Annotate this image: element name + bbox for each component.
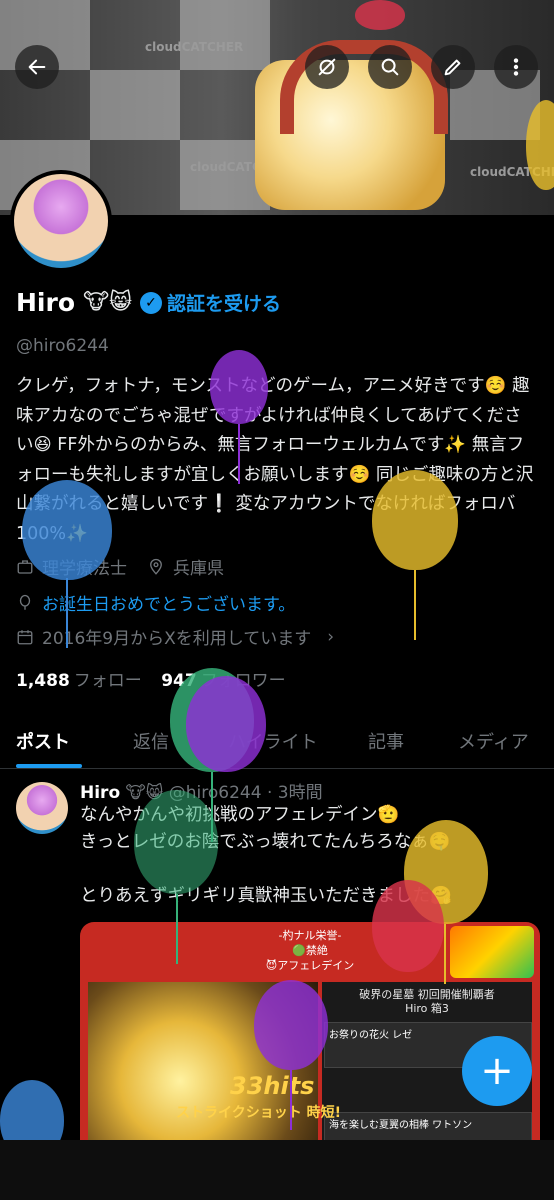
grok-icon (318, 58, 336, 76)
profile-joined-row[interactable]: 2016年9月からXを利用しています › (16, 624, 334, 649)
location-pin-icon (147, 558, 165, 576)
tab-posts[interactable]: ポスト (16, 728, 70, 754)
balloon-green (134, 790, 218, 894)
card-title-line: 🟢禁絶 (292, 944, 328, 957)
profile-avatar[interactable] (10, 170, 112, 272)
banner-tile (180, 0, 270, 70)
banner-tile (90, 70, 180, 140)
search-button[interactable] (368, 45, 412, 89)
result-header: 破界の星墓 初回開催制覇者 Hiro 箱3 (324, 988, 530, 1016)
following-count: 1,488 (16, 671, 70, 691)
post-author-name[interactable]: Hiro (80, 783, 120, 803)
balloon-purple (210, 350, 268, 424)
post-header: Hiro 🐮😸 @hiro6244 · 3時間 (80, 778, 323, 803)
strike-shot-label: ストライクショット 時短! (176, 1105, 341, 1121)
chevron-right-icon: › (327, 626, 335, 647)
result-row-name: 海を楽しむ夏翼の相棒 ワトソン (329, 1120, 473, 1131)
search-icon (381, 58, 399, 76)
verified-badge-icon: ✓ (139, 291, 162, 314)
balloon-string (414, 570, 416, 640)
more-vertical-icon (513, 58, 519, 76)
balloon-purple (186, 676, 266, 772)
balloon-blue (22, 480, 112, 580)
balloon-string (238, 424, 240, 484)
balloon-string (176, 894, 178, 964)
profile-joined: 2016年9月からXを利用しています (42, 629, 312, 649)
card-title-line: 😈アフェレデイン (265, 959, 355, 972)
profile-birthday[interactable]: お誕生日おめでとうございます。 (42, 590, 295, 615)
profile-name: Hiro (16, 288, 75, 317)
tab-media[interactable]: メディア (458, 728, 529, 754)
game-logo (450, 926, 534, 978)
banner-brand: cloudCATCHER (145, 40, 244, 54)
balloon-red (372, 880, 444, 972)
following-link[interactable]: 1,488 フォロー (16, 671, 142, 691)
balloon-string (290, 1070, 292, 1130)
profile-tabs: ポスト 返信 ハイライト 記事 メディア (0, 712, 554, 769)
balloon-red (355, 0, 405, 30)
hits-counter: 33hits (230, 1072, 315, 1100)
post-author-avatar[interactable] (16, 782, 68, 834)
calendar-icon (16, 628, 34, 646)
profile-birthday-row: お誕生日おめでとうございます。 (16, 590, 295, 615)
more-button[interactable] (494, 45, 538, 89)
profile-location: 兵庫県 (173, 559, 224, 579)
balloon-icon (16, 594, 34, 612)
grok-button[interactable] (305, 45, 349, 89)
active-tab-indicator (16, 764, 82, 768)
back-button[interactable] (15, 45, 59, 89)
tab-replies[interactable]: 返信 (133, 728, 169, 754)
get-verified-label: 認証を受ける (166, 293, 281, 315)
compose-post-button[interactable]: + (462, 1036, 532, 1106)
result-header-line: 破界の星墓 初回開催制覇者 (359, 988, 495, 1001)
pencil-icon (444, 59, 461, 76)
arrow-left-icon (28, 59, 46, 75)
tab-articles[interactable]: 記事 (368, 728, 404, 754)
edit-profile-button[interactable] (431, 45, 475, 89)
plus-icon: + (480, 1048, 514, 1094)
balloon-purple (254, 980, 328, 1070)
profile-handle: @hiro6244 (16, 336, 109, 356)
profile-name-row: Hiro 🐮😸 ✓ 認証を受ける (16, 288, 281, 317)
card-title: -杓ナル栄誉- 🟢禁絶 😈アフェレデイン (250, 928, 370, 973)
balloon-string (66, 578, 68, 648)
following-label: フォロー (73, 671, 142, 691)
balloon-yellow (372, 470, 458, 570)
profile-name-emojis: 🐮😸 (83, 290, 132, 315)
avatar-image (14, 174, 108, 268)
card-title-line: -杓ナル栄誉- (278, 929, 342, 942)
bottom-navigation-bar (0, 1140, 554, 1200)
result-player: Hiro 箱3 (405, 1002, 449, 1015)
banner-claw (280, 40, 448, 134)
balloon-string (444, 924, 446, 984)
get-verified-link[interactable]: ✓ 認証を受ける (139, 289, 281, 316)
